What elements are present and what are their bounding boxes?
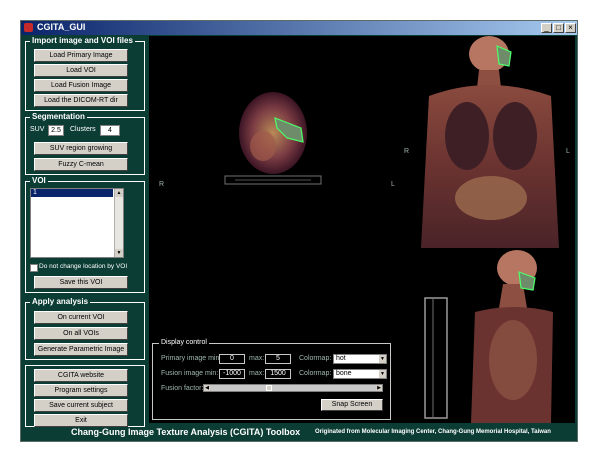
primary-colormap-select[interactable]: hot ▼ — [333, 354, 387, 364]
maximize-button[interactable]: □ — [553, 23, 564, 33]
coronal-right-label: R — [404, 148, 410, 155]
fusion-min-label: Fusion image min: — [161, 370, 219, 377]
fusion-max-label: max: — [249, 370, 265, 377]
slider-left-arrow-icon[interactable]: ◀ — [204, 385, 210, 391]
sagittal-organ — [489, 320, 537, 400]
segmentation-panel: Segmentation SUV 2.5 Clusters 4 SUV regi… — [25, 112, 145, 175]
voi-panel: VOI 1 ▲ ▼ Do not change location by VOI … — [25, 176, 145, 293]
primary-max-label: max: — [249, 355, 265, 362]
load-voi-button[interactable]: Load VOI — [34, 64, 128, 77]
dropdown-arrow-icon[interactable]: ▼ — [379, 355, 386, 363]
primary-colormap-label: Colormap: — [299, 355, 332, 362]
voi-list-item[interactable]: 1 — [31, 189, 113, 197]
primary-colormap-value: hot — [336, 355, 346, 362]
coronal-left-label: L — [566, 148, 570, 155]
app-title: Chang-Gung Image Texture Analysis (CGITA… — [71, 427, 301, 437]
footer: Chang-Gung Image Texture Analysis (CGITA… — [21, 424, 577, 441]
save-current-subject-button[interactable]: Save current subject — [34, 399, 128, 412]
clusters-label: Clusters — [70, 126, 96, 133]
display-control-title: Display control — [159, 339, 209, 346]
fusion-colormap-value: bone — [336, 370, 352, 377]
generate-parametric-image-button[interactable]: Generate Parametric Image — [34, 343, 128, 356]
utility-panel: CGITA website Program settings Save curr… — [25, 365, 145, 427]
suv-label: SUV — [30, 126, 45, 133]
axial-view[interactable] — [223, 78, 323, 198]
program-settings-button[interactable]: Program settings — [34, 384, 128, 397]
snap-screen-button[interactable]: Snap Screen — [321, 399, 383, 411]
fusion-max-input[interactable]: 1500 — [265, 369, 291, 379]
fusion-min-input[interactable]: -1000 — [219, 369, 245, 379]
fusion-colormap-select[interactable]: bone ▼ — [333, 369, 387, 379]
save-voi-button[interactable]: Save this VOI — [34, 276, 128, 289]
voi-list-scrollbar[interactable]: ▲ ▼ — [114, 189, 123, 257]
load-dicom-rt-button[interactable]: Load the DICOM-RT dir — [34, 94, 128, 107]
minimize-button[interactable]: _ — [541, 23, 552, 33]
scroll-up-icon[interactable]: ▲ — [115, 189, 123, 197]
scroll-down-icon[interactable]: ▼ — [115, 249, 123, 257]
fusion-factor-slider[interactable]: ◀ ▶ — [203, 384, 383, 392]
suv-input[interactable]: 2.5 — [48, 125, 64, 136]
cgita-website-button[interactable]: CGITA website — [34, 369, 128, 382]
coronal-lung-right — [445, 102, 489, 170]
display-control-panel: Display control Primary image min: 0 max… — [152, 339, 391, 420]
suv-region-growing-button[interactable]: SUV region growing — [34, 142, 128, 155]
sagittal-view[interactable] — [419, 250, 569, 423]
primary-min-label: Primary image min: — [161, 355, 222, 362]
axial-organ — [250, 131, 276, 161]
title-bar[interactable]: CGITA_GUI _ □ × — [21, 21, 577, 35]
do-not-change-location-label: Do not change location by VOI — [39, 263, 128, 270]
segmentation-panel-title: Segmentation — [30, 112, 87, 121]
dropdown-arrow-icon[interactable]: ▼ — [379, 370, 386, 378]
axial-left-label: L — [391, 181, 395, 188]
coronal-view[interactable] — [419, 36, 569, 248]
apply-analysis-panel: Apply analysis On current VOI On all VOI… — [25, 297, 145, 360]
credit-text: Originated from Molecular Imaging Center… — [315, 429, 551, 435]
coronal-lung-left — [493, 102, 537, 170]
primary-max-input[interactable]: 5 — [265, 354, 291, 364]
voi-list[interactable]: 1 ▲ ▼ — [30, 188, 124, 258]
load-fusion-image-button[interactable]: Load Fusion Image — [34, 79, 128, 92]
sagittal-table — [424, 297, 448, 419]
import-panel: Import image and VOI files Load Primary … — [25, 36, 145, 111]
coronal-abdomen — [455, 176, 527, 220]
fuzzy-c-mean-button[interactable]: Fuzzy C-mean — [34, 158, 128, 171]
import-panel-title: Import image and VOI files — [30, 36, 135, 45]
close-button[interactable]: × — [565, 23, 576, 33]
voi-panel-title: VOI — [30, 176, 48, 185]
app-window: CGITA_GUI _ □ × Import image and VOI fil… — [20, 20, 578, 442]
coronal-torso — [421, 85, 559, 248]
slider-right-arrow-icon[interactable]: ▶ — [376, 385, 382, 391]
coronal-voi-outline — [496, 45, 512, 67]
apply-analysis-panel-title: Apply analysis — [30, 297, 91, 306]
load-primary-image-button[interactable]: Load Primary Image — [34, 49, 128, 62]
axial-right-label: R — [159, 181, 165, 188]
primary-min-input[interactable]: 0 — [219, 354, 245, 364]
checkbox-icon[interactable] — [30, 264, 38, 272]
fusion-colormap-label: Colormap: — [299, 370, 332, 377]
app-icon — [24, 23, 33, 32]
image-viewer[interactable]: R L R L Display control Primary image mi… — [149, 36, 575, 423]
on-current-voi-button[interactable]: On current VOI — [34, 311, 128, 324]
window-title: CGITA_GUI — [37, 22, 86, 32]
slider-thumb[interactable] — [266, 385, 272, 391]
on-all-vois-button[interactable]: On all VOIs — [34, 327, 128, 340]
clusters-input[interactable]: 4 — [100, 125, 120, 136]
fusion-factor-label: Fusion factor: — [161, 385, 204, 392]
